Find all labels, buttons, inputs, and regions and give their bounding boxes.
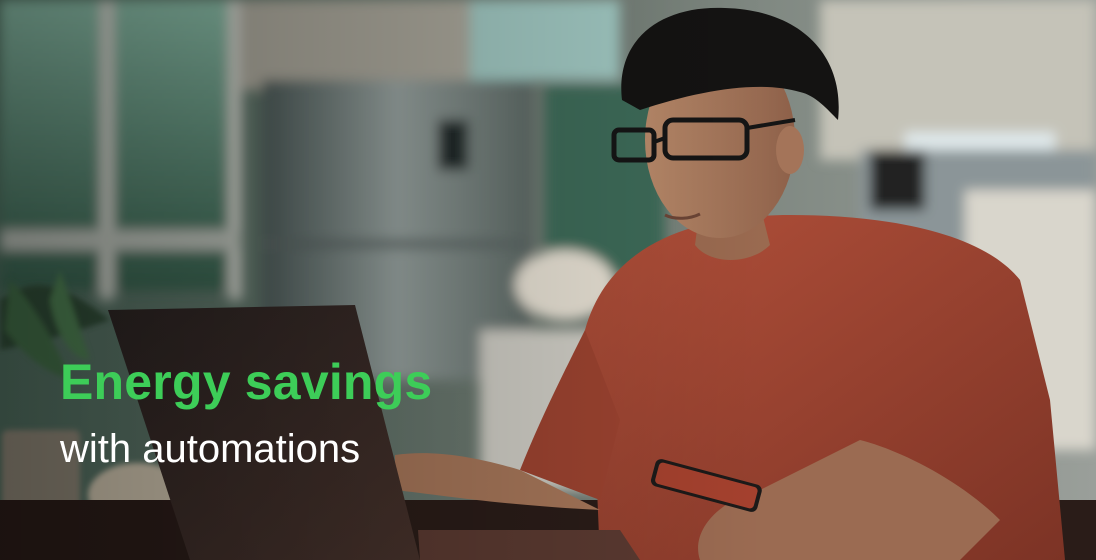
hero-banner: Energy savings with automations (0, 0, 1096, 560)
hero-headline: Energy savings (60, 354, 433, 410)
hero-subline: with automations (60, 427, 361, 471)
text-contrast-overlay (0, 0, 1096, 560)
